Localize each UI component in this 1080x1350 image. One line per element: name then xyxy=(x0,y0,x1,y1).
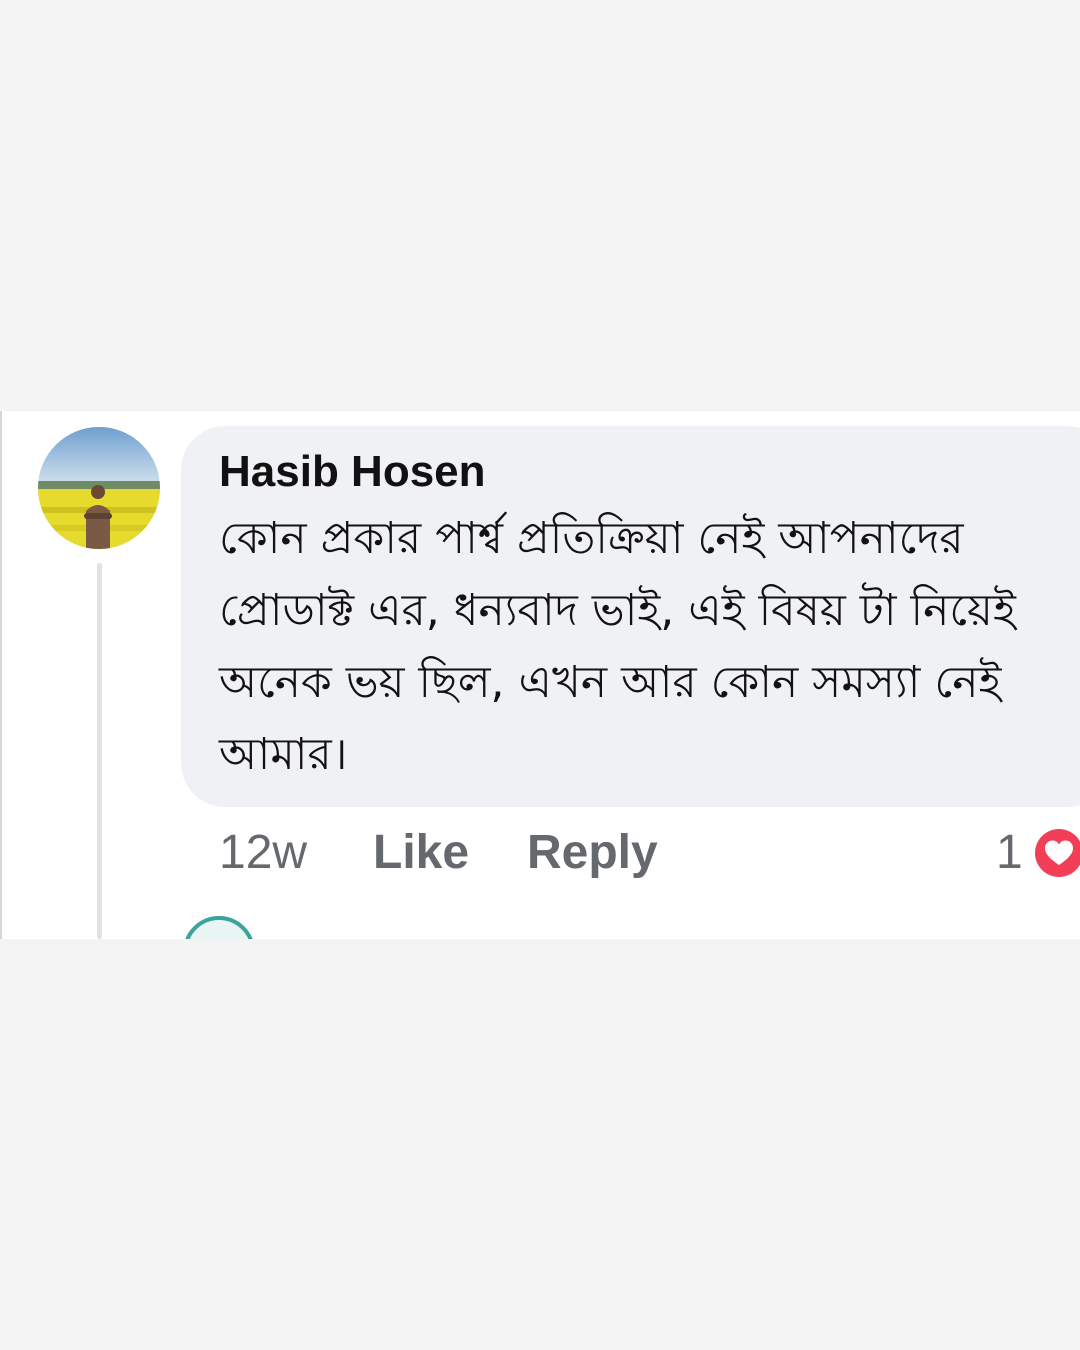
like-button[interactable]: Like xyxy=(373,823,469,883)
comment-text: কোন প্রকার পার্শ্ব প্রতিক্রিয়া নেই আপনা… xyxy=(219,513,1016,780)
heart-icon[interactable] xyxy=(1034,828,1080,878)
author-name[interactable]: Hasib Hosen xyxy=(219,445,486,499)
reaction-count[interactable]: 1 xyxy=(996,823,1023,883)
avatar[interactable] xyxy=(38,427,160,549)
thread-line xyxy=(97,563,102,939)
left-edge-divider xyxy=(0,411,2,939)
timestamp[interactable]: 12w xyxy=(219,823,307,883)
reply-button[interactable]: Reply xyxy=(527,823,658,883)
comment-card: Hasib Hosen কোন প্রকার পার্শ্ব প্রতিক্রি… xyxy=(0,411,1080,939)
next-comment-avatar[interactable] xyxy=(183,916,255,939)
avatar-photo xyxy=(38,427,160,549)
